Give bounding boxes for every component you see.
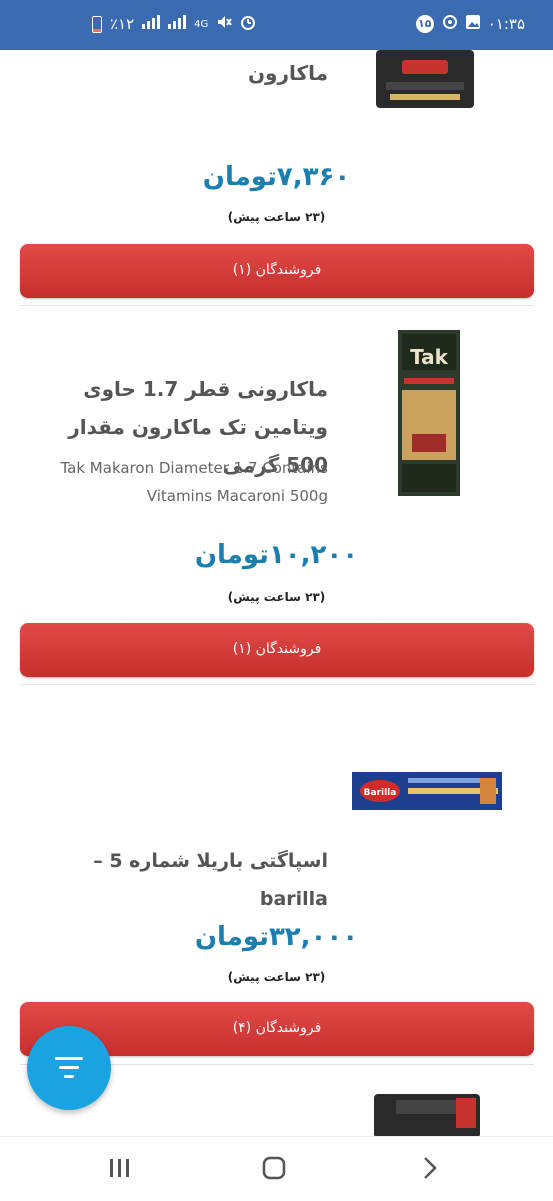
home-button[interactable] (254, 1155, 294, 1185)
clock-time: ۰۱:۳۵ (487, 15, 525, 33)
svg-text:Tak: Tak (410, 345, 449, 369)
battery-percent: ٪۱۲ (110, 15, 135, 33)
product-image[interactable] (372, 50, 478, 110)
signal-icon-2 (168, 15, 187, 33)
signal-icon (142, 15, 161, 33)
filter-button[interactable] (27, 1026, 111, 1110)
network-type: 4G (194, 18, 209, 30)
divider (20, 684, 534, 685)
product-price: ۱۰,۲۰۰تومان (194, 540, 359, 570)
notification-badge: ۱۵ (415, 15, 434, 33)
product-card: Barilla اسپاگتی باریلا شماره 5 – barilla… (0, 686, 553, 1066)
product-time: (۲۳ ساعت پیش) (227, 970, 326, 984)
recent-apps-button[interactable] (100, 1155, 140, 1185)
status-bar: ٪۱۲ 4G ۱۵ ۰۱:۳۵ (0, 0, 553, 50)
mute-icon (216, 14, 233, 34)
sellers-button[interactable]: فروشندگان (۱) (20, 244, 534, 298)
product-price: ۷,۳۶۰تومان (202, 162, 351, 192)
product-time: (۲۳ ساعت پیش) (227, 590, 326, 604)
status-right: ۱۵ ۰۱:۳۵ (415, 14, 525, 34)
product-card: Tak ماکارونی قطر 1.7 حاوی ویتامین تک ماک… (0, 306, 553, 686)
svg-text:Barilla: Barilla (364, 788, 397, 798)
product-title[interactable]: ماکارون (28, 54, 328, 92)
sync-icon (442, 14, 458, 34)
product-image[interactable] (370, 1094, 484, 1136)
back-button[interactable] (410, 1155, 450, 1185)
home-icon (262, 1156, 286, 1184)
product-price: ۳۲,۰۰۰تومان (194, 922, 359, 952)
product-image[interactable]: Barilla (350, 768, 504, 814)
product-time: (۲۳ ساعت پیش) (227, 210, 326, 224)
system-nav-bar (0, 1136, 553, 1201)
product-image[interactable]: Tak (398, 330, 460, 496)
product-title[interactable]: اسپاگتی باریلا شماره 5 – barilla (28, 842, 328, 918)
product-subtitle: Tak Makaron Diameter 1.7 Contains Vitami… (60, 459, 328, 505)
product-card: ماکارون ۷,۳۶۰تومان (۲۳ ساعت پیش) فروشندگ… (0, 50, 553, 306)
image-icon (465, 15, 480, 33)
alarm-icon (240, 14, 256, 34)
battery-icon (92, 15, 102, 33)
product-list: ماکارون ۷,۳۶۰تومان (۲۳ ساعت پیش) فروشندگ… (0, 50, 553, 1136)
recent-apps-icon (109, 1158, 131, 1182)
sellers-button[interactable]: فروشندگان (۱) (20, 623, 534, 677)
back-icon (422, 1156, 438, 1184)
status-left: ٪۱۲ 4G (92, 14, 256, 34)
